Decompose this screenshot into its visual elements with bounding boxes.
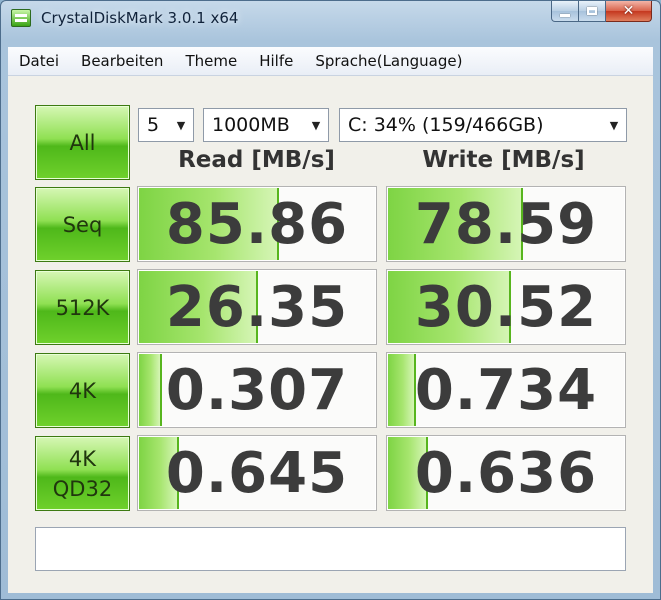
test-count-select[interactable]: 5 ▼ xyxy=(138,108,194,142)
result-value: 0.307 xyxy=(165,357,349,423)
4k-write-result: 0.734 xyxy=(386,352,626,428)
4k-qd32-write-result: 0.636 xyxy=(386,435,626,511)
menu-hilfe[interactable]: Hilfe xyxy=(248,52,304,70)
512k-read-result: 26.35 xyxy=(137,269,377,345)
seq-test-button[interactable]: Seq xyxy=(35,187,130,262)
menu-bearbeiten[interactable]: Bearbeiten xyxy=(70,52,174,70)
menu-bar: Datei Bearbeiten Theme Hilfe Sprache(Lan… xyxy=(8,47,653,76)
4k-test-button[interactable]: 4K xyxy=(35,353,130,428)
read-column-header: Read [MB/s] xyxy=(178,147,335,173)
result-value: 0.734 xyxy=(414,357,598,423)
menu-theme[interactable]: Theme xyxy=(174,52,248,70)
close-button[interactable]: ✕ xyxy=(606,1,652,22)
app-window: CrystalDiskMark 3.0.1 x64 ✕ Datei Bearbe… xyxy=(0,0,661,600)
4k-read-result: 0.307 xyxy=(137,352,377,428)
comment-field[interactable] xyxy=(35,527,626,571)
chevron-down-icon: ▼ xyxy=(311,118,321,132)
chevron-down-icon: ▼ xyxy=(176,118,186,132)
caption-buttons: ✕ xyxy=(551,1,652,23)
4k-qd32-read-result: 0.645 xyxy=(137,435,377,511)
write-column-header: Write [MB/s] xyxy=(422,147,585,173)
menu-datei[interactable]: Datei xyxy=(8,52,70,70)
maximize-icon xyxy=(587,7,597,15)
main-panel: All 5 ▼ 1000MB ▼ C: 34% (159/466GB) ▼ Re… xyxy=(8,76,653,593)
result-value: 85.86 xyxy=(165,191,349,257)
test-size-select[interactable]: 1000MB ▼ xyxy=(203,108,329,142)
window-title: CrystalDiskMark 3.0.1 x64 xyxy=(41,9,239,27)
test-size-value: 1000MB xyxy=(212,114,290,136)
maximize-button[interactable] xyxy=(579,1,606,22)
seq-write-result: 78.59 xyxy=(386,186,626,262)
result-value: 0.645 xyxy=(165,440,349,506)
chevron-down-icon: ▼ xyxy=(609,118,619,132)
drive-select[interactable]: C: 34% (159/466GB) ▼ xyxy=(339,108,627,142)
512k-test-button[interactable]: 512K xyxy=(35,270,130,345)
result-value: 78.59 xyxy=(414,191,598,257)
all-button[interactable]: All xyxy=(35,105,130,180)
result-value: 30.52 xyxy=(414,274,598,340)
result-value: 26.35 xyxy=(165,274,349,340)
menu-sprache[interactable]: Sprache(Language) xyxy=(304,52,473,70)
4k-qd32-test-button[interactable]: 4K QD32 xyxy=(35,436,130,511)
drive-value: C: 34% (159/466GB) xyxy=(348,114,544,136)
close-icon: ✕ xyxy=(622,3,635,19)
title-bar[interactable]: CrystalDiskMark 3.0.1 x64 ✕ xyxy=(1,1,660,39)
minimize-button[interactable] xyxy=(551,1,579,22)
minimize-icon xyxy=(560,13,570,17)
seq-read-result: 85.86 xyxy=(137,186,377,262)
512k-write-result: 30.52 xyxy=(386,269,626,345)
app-icon xyxy=(11,9,31,27)
test-count-value: 5 xyxy=(147,114,160,136)
result-value: 0.636 xyxy=(414,440,598,506)
